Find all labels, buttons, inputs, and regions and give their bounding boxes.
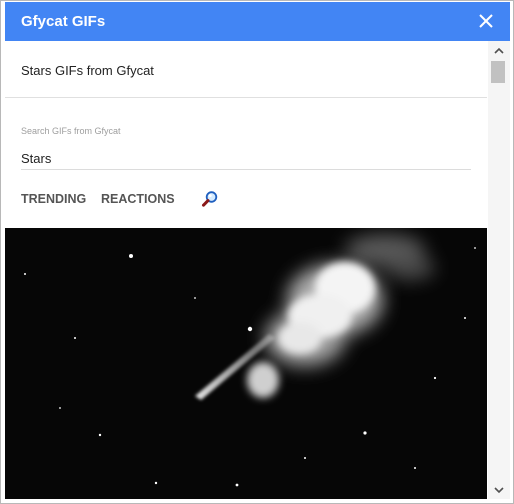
dialog-header: Gfycat GIFs [5,2,510,41]
divider [5,97,487,98]
magnifier-icon[interactable] [201,190,219,208]
search-field-label: Search GIFs from Gfycat [21,126,121,136]
close-icon[interactable] [476,11,496,31]
page-subtitle: Stars GIFs from Gfycat [21,63,154,78]
gfycat-dialog: Gfycat GIFs Stars GIFs from Gfycat Searc… [0,0,514,504]
dialog-title: Gfycat GIFs [21,13,106,30]
scroll-down-arrow-icon[interactable] [493,484,505,496]
dialog-content: Stars GIFs from Gfycat Search GIFs from … [5,41,487,499]
search-input[interactable] [21,147,471,170]
scrollbar-thumb[interactable] [491,61,505,83]
tab-reactions[interactable]: REACTIONS [101,192,175,206]
gif-result-stars[interactable] [5,228,487,499]
tab-trending[interactable]: TRENDING [21,192,86,206]
vertical-scrollbar[interactable] [488,41,510,499]
scroll-up-arrow-icon[interactable] [493,45,505,57]
